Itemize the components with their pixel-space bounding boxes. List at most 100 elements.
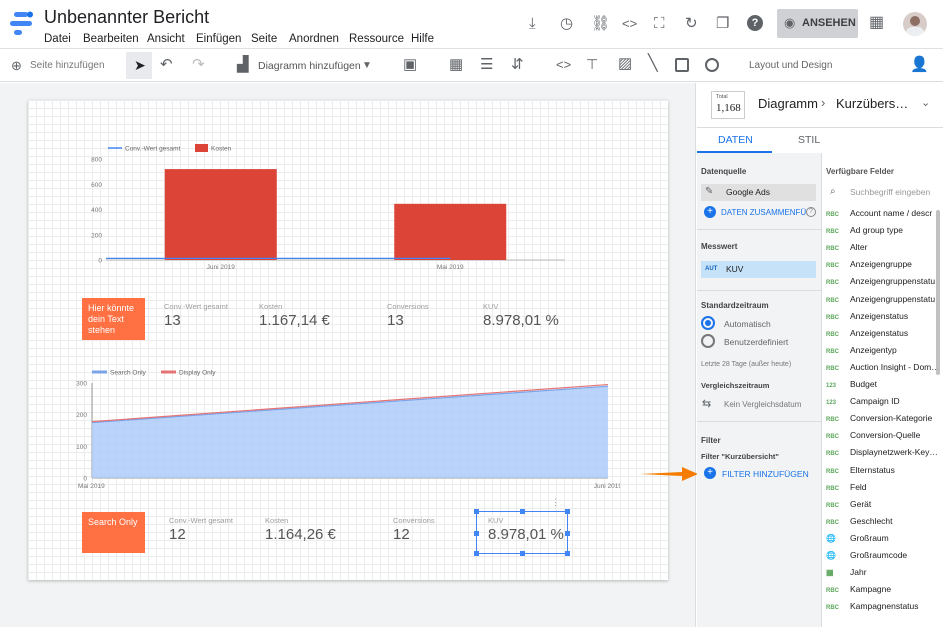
scorecard-value[interactable]: 1.167,14 € bbox=[259, 312, 330, 329]
scorecard-value[interactable]: 12 bbox=[169, 526, 186, 543]
resize-handle[interactable] bbox=[520, 551, 525, 556]
chart-type-thumbnail[interactable]: Total 1,168 bbox=[711, 91, 745, 119]
area-chart[interactable]: 300 200 100 0Mai 2019 Juni 2019 Search Only Di… bbox=[70, 362, 620, 494]
tab-daten[interactable]: DATEN bbox=[718, 134, 753, 146]
metric-chip[interactable]: AUT KUV bbox=[701, 261, 816, 278]
field-item[interactable]: RBC Account name / descr bbox=[826, 208, 938, 225]
resize-handle[interactable] bbox=[565, 509, 570, 514]
redo-icon[interactable]: ↷ bbox=[192, 57, 205, 73]
compare-select[interactable]: Kein Vergleichsdatum bbox=[724, 400, 801, 409]
add-circle-icon[interactable]: + bbox=[704, 206, 716, 218]
resize-handle[interactable] bbox=[474, 509, 479, 514]
apps-grid-icon[interactable]: ▦ bbox=[869, 15, 884, 31]
url-embed-icon[interactable]: <> bbox=[556, 57, 571, 73]
field-item[interactable]: RBC Gerät bbox=[826, 499, 938, 516]
resize-handle[interactable] bbox=[474, 531, 479, 536]
community-viz-icon[interactable]: ▣ bbox=[403, 57, 417, 73]
undo-icon[interactable]: ↶ bbox=[160, 57, 173, 73]
chevron-down-icon[interactable]: ⌄ bbox=[921, 96, 930, 109]
download-icon[interactable]: ⤓ bbox=[529, 16, 536, 32]
text-box[interactable]: Hier könnte dein Text stehen bbox=[82, 298, 145, 340]
line-icon[interactable]: ╲ bbox=[648, 56, 658, 72]
add-page-button[interactable]: Seite hinzufügen bbox=[30, 60, 105, 71]
field-item[interactable]: RBC Anzeigenstatus bbox=[826, 311, 938, 328]
field-item[interactable]: 🌐 Großraum bbox=[826, 533, 938, 550]
add-circle-icon[interactable]: + bbox=[704, 467, 716, 479]
text-box[interactable]: Search Only bbox=[82, 512, 145, 553]
embed-icon[interactable]: <> bbox=[622, 16, 637, 32]
history-icon[interactable]: ◷ bbox=[560, 16, 573, 32]
field-item[interactable]: RBC Feld bbox=[826, 482, 938, 499]
menu-anordnen[interactable]: Anordnen bbox=[289, 33, 339, 45]
filter-control-icon[interactable]: ☰ bbox=[480, 57, 493, 73]
select-tool[interactable]: ➤ bbox=[126, 52, 152, 79]
field-item[interactable]: RBC Anzeigenstatus bbox=[826, 328, 938, 345]
add-person-icon[interactable]: 👤 bbox=[910, 57, 929, 73]
field-item[interactable]: RBC Anzeigentyp bbox=[826, 345, 938, 362]
field-item[interactable]: RBC Kampagnenstatus bbox=[826, 601, 938, 618]
field-item[interactable]: RBC Alter bbox=[826, 242, 938, 259]
layout-design-button[interactable]: Layout und Design bbox=[749, 60, 832, 71]
pencil-icon[interactable]: ✎ bbox=[705, 186, 713, 197]
field-item[interactable]: RBC Anzeigengruppenstatu bbox=[826, 294, 938, 311]
resize-handle[interactable] bbox=[565, 551, 570, 556]
rectangle-icon[interactable] bbox=[675, 58, 689, 72]
scorecard-value[interactable]: 13 bbox=[164, 312, 181, 329]
field-item[interactable]: RBC Geschlecht bbox=[826, 516, 938, 533]
field-item[interactable]: RBC Conversion-Quelle bbox=[826, 430, 938, 447]
field-item[interactable]: RBC Conversion-Kategorie bbox=[826, 413, 938, 430]
y-tick-label: 800 bbox=[91, 157, 102, 164]
field-item[interactable]: 🌐 Großraumcode bbox=[826, 550, 938, 567]
menu-ansicht[interactable]: Ansicht bbox=[147, 33, 185, 45]
field-item[interactable]: 123 Campaign ID bbox=[826, 396, 938, 413]
add-filter-button[interactable]: FILTER HINZUFÜGEN bbox=[722, 469, 809, 479]
menu-bearbeiten[interactable]: Bearbeiten bbox=[83, 33, 139, 45]
resize-handle[interactable] bbox=[565, 531, 570, 536]
field-item[interactable]: RBC Ad group type bbox=[826, 225, 938, 242]
blend-data-button[interactable]: DATEN ZUSAMMENFÜ bbox=[721, 208, 806, 217]
field-item[interactable]: RBC Auction Insight - Dom… bbox=[826, 362, 938, 379]
menu-ressource[interactable]: Ressource bbox=[349, 33, 404, 45]
report-title[interactable]: Unbenannter Bericht bbox=[44, 7, 209, 28]
text-box-icon[interactable]: ⊤ bbox=[586, 56, 598, 72]
field-item[interactable]: RBC Anzeigengruppe bbox=[826, 259, 938, 276]
circle-icon[interactable] bbox=[705, 58, 719, 72]
tab-stil[interactable]: STIL bbox=[798, 134, 820, 146]
selected-scorecard[interactable]: KUV 8.978,01 % bbox=[474, 509, 570, 556]
scorecard-value[interactable]: 12 bbox=[393, 526, 410, 543]
help-icon[interactable]: ? bbox=[747, 15, 763, 31]
field-item[interactable]: RBC Elternstatus bbox=[826, 465, 938, 482]
copy-icon[interactable]: ❐ bbox=[716, 16, 729, 32]
image-icon[interactable]: ▨ bbox=[618, 56, 632, 72]
add-chart-button[interactable]: Diagramm hinzufügen bbox=[258, 60, 361, 72]
field-search-input[interactable]: Suchbegriff eingeben bbox=[850, 187, 940, 197]
help-icon[interactable]: ? bbox=[806, 207, 816, 217]
field-item[interactable]: 123 Budget bbox=[826, 379, 938, 396]
more-vert-icon[interactable]: ⋮ bbox=[551, 497, 560, 508]
view-button[interactable]: ◉ ANSEHEN bbox=[777, 9, 858, 38]
scorecard-value[interactable]: 8.978,01 % bbox=[483, 312, 559, 329]
menu-einfuegen[interactable]: Einfügen bbox=[196, 33, 241, 45]
chevron-down-icon[interactable]: ▼ bbox=[362, 58, 372, 74]
scorecard-value[interactable]: 13 bbox=[387, 312, 404, 329]
menu-seite[interactable]: Seite bbox=[251, 33, 277, 45]
field-item[interactable]: RBC Kampagne bbox=[826, 584, 938, 601]
menu-hilfe[interactable]: Hilfe bbox=[411, 33, 434, 45]
field-item[interactable]: ▦ Jahr bbox=[826, 567, 938, 584]
bar-chart[interactable]: 800 600 400 200 0 Juni 2019 Mai 2019 Conv.-Wert… bbox=[70, 140, 580, 275]
scorecard-value[interactable]: 1.164,26 € bbox=[265, 526, 336, 543]
resize-handle[interactable] bbox=[474, 551, 479, 556]
menu-datei[interactable]: Datei bbox=[44, 33, 71, 45]
date-range-icon[interactable]: ▦ bbox=[449, 57, 463, 73]
data-source-chip[interactable]: ✎ Google Ads bbox=[701, 184, 816, 201]
refresh-icon[interactable]: ↻ bbox=[685, 16, 698, 32]
field-item[interactable]: RBC Displaynetzwerk-Key… bbox=[826, 447, 938, 464]
link-icon[interactable]: ⛓ bbox=[591, 16, 610, 32]
radio-auto[interactable] bbox=[701, 316, 715, 330]
data-control-icon[interactable]: ⇵ bbox=[511, 57, 524, 73]
radio-custom[interactable] bbox=[701, 334, 715, 348]
avatar[interactable] bbox=[903, 12, 927, 36]
resize-handle[interactable] bbox=[520, 509, 525, 514]
fullscreen-icon[interactable]: ⛶ bbox=[654, 16, 665, 32]
field-item[interactable]: RBC Anzeigengruppenstatu bbox=[826, 276, 938, 293]
